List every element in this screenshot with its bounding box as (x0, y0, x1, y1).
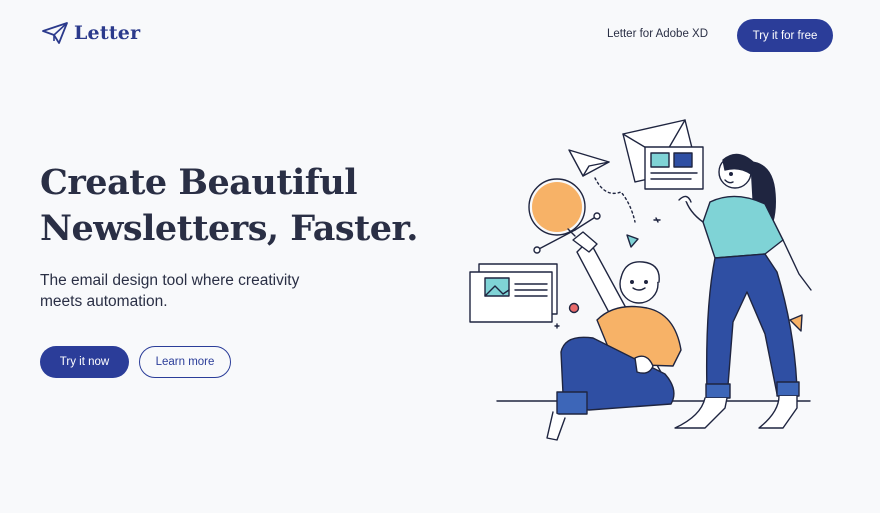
hero-illustration (469, 119, 812, 441)
teal-triangle (626, 234, 639, 248)
red-dot (568, 302, 580, 314)
orange-circle (532, 182, 582, 232)
hero-subtitle: The email design tool where creativity m… (40, 272, 300, 310)
learn-more-button[interactable]: Learn more (139, 346, 231, 378)
brand-logo[interactable]: Letter (42, 22, 140, 44)
brand-name: Letter (74, 22, 141, 44)
orange-triangle (789, 314, 803, 332)
try-it-now-button[interactable]: Try it now (40, 346, 129, 378)
hero-title: Create Beautiful Newsletters, Faster. (40, 160, 440, 252)
standing-woman (674, 153, 812, 429)
sparkle-icon (554, 323, 560, 329)
newsletter-card-left-icon (469, 263, 558, 323)
try-it-for-free-button[interactable]: Try it for free (737, 19, 833, 52)
hero-title-line-1: Create Beautiful (40, 162, 358, 203)
top-navigation: Letter Letter for Adobe XD Try it for fr… (0, 0, 880, 70)
newsletter-card-icon (644, 146, 704, 190)
sparkle-icon (653, 217, 661, 223)
paper-plane-icon (42, 22, 68, 44)
letter-for-adobe-xd-link[interactable]: Letter for Adobe XD (607, 28, 708, 40)
hero-title-line-2: Newsletters, Faster. (40, 208, 418, 249)
